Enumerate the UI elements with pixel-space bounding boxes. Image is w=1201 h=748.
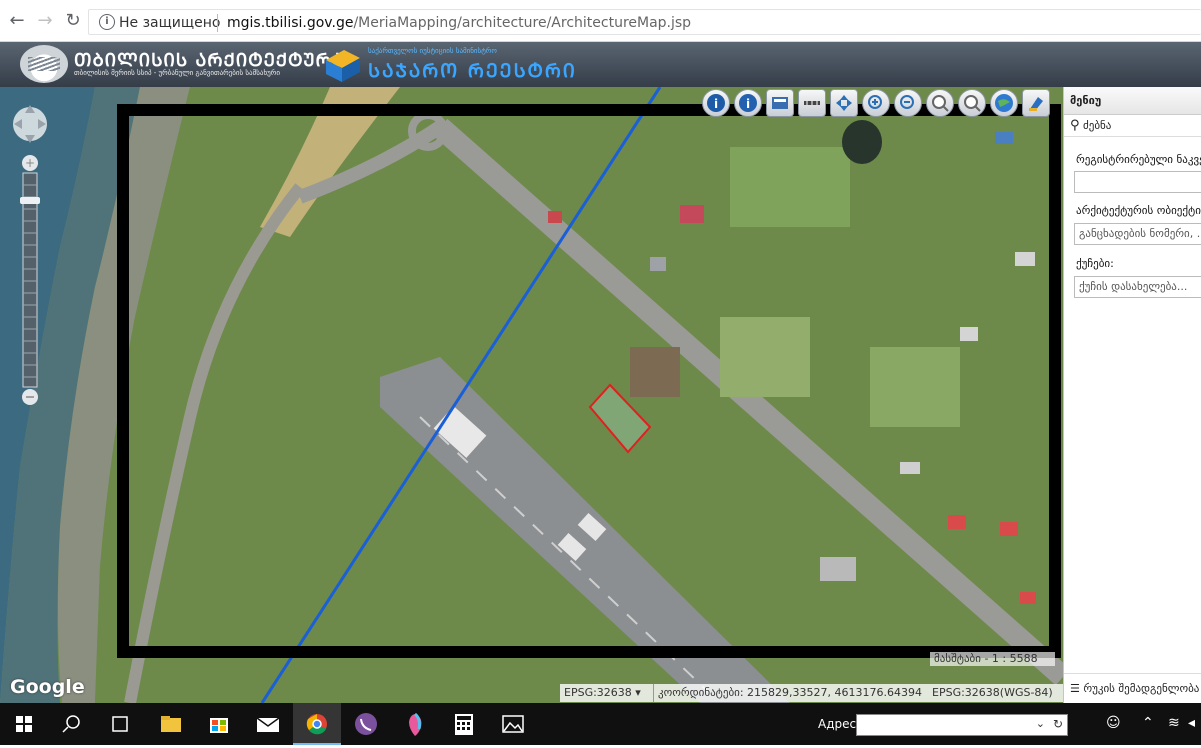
registered-parcel-input[interactable]	[1074, 171, 1201, 193]
registered-parcel-label: რეგისტრირებული ნაკვეთი	[1076, 153, 1201, 166]
google-logo: Google	[10, 676, 85, 698]
store-icon[interactable]	[195, 703, 243, 745]
side-panel: მენიუ ⚲ ძებნა რეგისტრირებული ნაკვეთი არქ…	[1063, 87, 1201, 703]
map-layers-label: რუკის შემადგენლობა	[1083, 682, 1200, 695]
address-bar[interactable]: i Не защищено mgis.tbilisi.gov.ge/MeriaM…	[88, 9, 1201, 35]
go-arrow-icon[interactable]: ↻	[1053, 717, 1063, 731]
measure-icon[interactable]	[798, 89, 826, 117]
forward-arrow-icon[interactable]: →	[34, 10, 56, 32]
people-icon[interactable]: ☺	[1106, 715, 1121, 731]
globe-icon[interactable]	[990, 89, 1018, 117]
paint3d-icon[interactable]	[391, 703, 439, 745]
info-icon[interactable]: i	[702, 89, 730, 117]
search-icon[interactable]	[48, 703, 96, 745]
svg-text:+: +	[25, 156, 35, 170]
zoom-slider[interactable]: +	[20, 155, 40, 405]
url-text: mgis.tbilisi.gov.ge/MeriaMapping/archite…	[227, 15, 692, 31]
zoom-out-icon[interactable]	[894, 89, 922, 117]
agency-title: ᲡᲐᲯᲐᲠᲝ ᲠᲔᲔᲡᲢᲠᲘ	[368, 60, 577, 82]
streets-label: ქუჩები:	[1076, 257, 1114, 270]
mail-icon[interactable]	[244, 703, 292, 745]
layers-icon[interactable]	[766, 89, 794, 117]
calculator-icon[interactable]	[440, 703, 488, 745]
zoom-in-icon[interactable]	[862, 89, 890, 117]
pan-icon[interactable]	[830, 89, 858, 117]
registry-logo-icon[interactable]	[322, 46, 362, 84]
address-toolbar-input[interactable]: ⌄ ↻	[856, 714, 1068, 736]
search-icon: ⚲	[1070, 118, 1080, 133]
zoom-extent-icon[interactable]	[958, 89, 986, 117]
projection-label: EPSG:32638(WGS-84)	[932, 686, 1053, 699]
wifi-icon[interactable]: ≋	[1168, 715, 1180, 731]
address-toolbar-label: Адрес	[818, 717, 857, 731]
map-layers-button[interactable]: ☰ რუკის შემადგენლობა	[1064, 673, 1201, 703]
windows-start-icon[interactable]	[0, 703, 48, 745]
reload-icon[interactable]: ↻	[62, 10, 84, 32]
photos-icon[interactable]	[489, 703, 537, 745]
zoom-box-icon[interactable]	[926, 89, 954, 117]
svg-text:i: i	[746, 97, 750, 111]
viber-icon[interactable]	[342, 703, 390, 745]
menu-title: მენიუ	[1064, 87, 1201, 115]
back-arrow-icon[interactable]: ←	[6, 10, 28, 32]
architecture-object-label: არქიტექტურის ობიექტი	[1076, 204, 1201, 217]
clear-icon[interactable]	[1022, 89, 1050, 117]
tray-chevron-up-icon[interactable]: ⌃	[1142, 715, 1154, 731]
task-view-icon[interactable]	[96, 703, 144, 745]
security-label: Не защищено	[119, 15, 221, 31]
satellite-imagery	[0, 87, 1063, 703]
epsg-select[interactable]: EPSG:32638 ▾	[560, 684, 654, 702]
windows-taskbar: Адрес ⌄ ↻ ☺ ⌃ ≋ ◂	[0, 703, 1201, 745]
browser-toolbar: ← → ↻ i Не защищено mgis.tbilisi.gov.ge/…	[0, 0, 1201, 42]
layers-stack-icon: ☰	[1070, 682, 1080, 695]
app-header: ᲗᲑᲘᲚᲘᲡᲘᲡ ᲐᲠᲥᲘᲢᲔᲥᲢᲣᲠᲐ თბილისის მერიის სსი…	[0, 42, 1201, 87]
coordinates-readout: კოორდინატები: 215829,33527, 4613176.6439…	[658, 686, 923, 699]
chevron-down-icon[interactable]: ⌄	[1036, 717, 1045, 730]
map-status-bar: EPSG:32638 ▾ კოორდინატები: 215829,33527,…	[560, 684, 1063, 702]
divider	[217, 14, 218, 32]
svg-text:i: i	[714, 97, 718, 111]
agency-subtitle: საქართველოს იუსტიციის სამინისტრო	[368, 47, 497, 55]
chrome-icon[interactable]	[293, 703, 341, 745]
streets-input[interactable]: ქუჩის დასახელება...	[1074, 276, 1201, 298]
zoom-handle	[20, 197, 40, 204]
search-label: ძებნა	[1083, 119, 1112, 132]
brand-subtitle: თბილისის მერიის სსიპ - ურბანული განვითარ…	[74, 69, 280, 77]
volume-icon[interactable]: ◂	[1188, 715, 1195, 731]
city-logo-icon[interactable]	[20, 45, 68, 83]
search-tab[interactable]: ⚲ ძებნა	[1064, 115, 1201, 137]
map-canvas[interactable]: + i i მასშტაბი - 1 : 5588 Google EPSG:32…	[0, 87, 1063, 703]
info-icon[interactable]: i	[99, 14, 115, 30]
map-toolbar: i i	[700, 89, 1056, 119]
file-explorer-icon[interactable]	[147, 703, 195, 745]
map-scale: მასშტაბი - 1 : 5588	[930, 652, 1055, 666]
architecture-object-input[interactable]: განცხადების ნომერი, ...	[1074, 223, 1201, 245]
identify-icon[interactable]: i	[734, 89, 762, 117]
pan-control[interactable]	[12, 97, 48, 151]
